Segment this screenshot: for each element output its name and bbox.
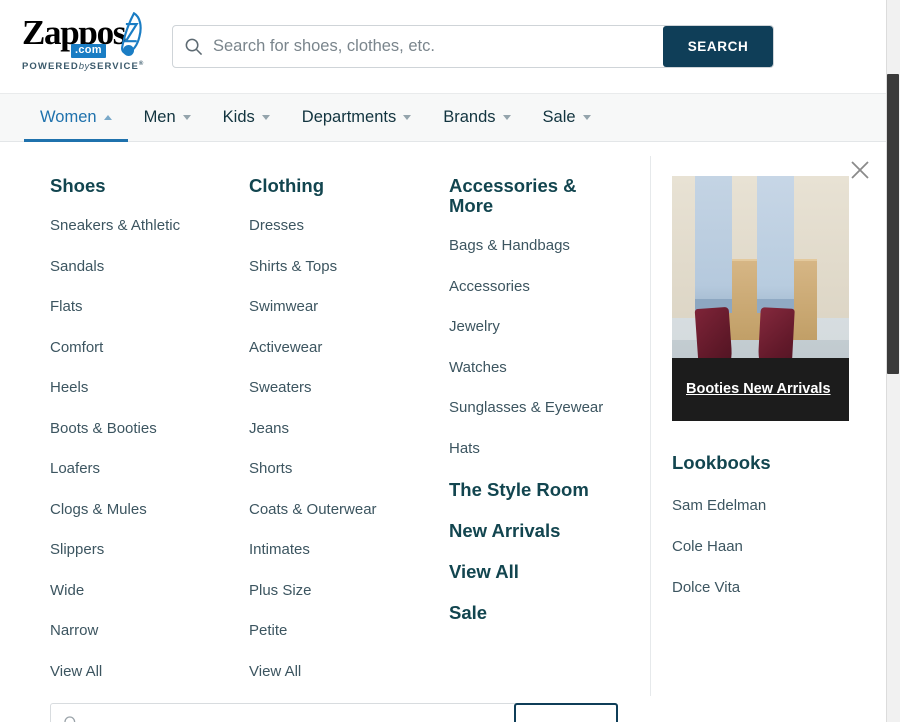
- link-accessories-view-all[interactable]: View All: [449, 562, 610, 582]
- promo-caption: Booties New Arrivals: [672, 358, 849, 421]
- link-accessories[interactable]: Accessories: [449, 278, 610, 295]
- link-petite[interactable]: Petite: [249, 622, 400, 639]
- promo-caption-text: Booties New Arrivals: [686, 381, 831, 397]
- link-shirts-tops[interactable]: Shirts & Tops: [249, 258, 400, 275]
- flyout-column-shoes: Shoes Sneakers & Athletic Sandals Flats …: [0, 176, 200, 722]
- promo-card-booties[interactable]: Booties New Arrivals: [672, 176, 849, 421]
- search-button[interactable]: SEARCH: [663, 26, 773, 67]
- nav-label: Brands: [443, 108, 496, 126]
- nav-label: Men: [143, 108, 176, 126]
- link-dresses[interactable]: Dresses: [249, 217, 400, 234]
- nav-label: Women: [40, 108, 97, 126]
- search-icon: [64, 716, 76, 722]
- link-wide[interactable]: Wide: [50, 582, 200, 599]
- chevron-down-icon: [261, 115, 270, 120]
- link-sneakers-athletic[interactable]: Sneakers & Athletic: [50, 217, 200, 234]
- flyout-column-accessories: Accessories & More Bags & Handbags Acces…: [400, 176, 610, 722]
- nav-label: Departments: [301, 108, 397, 126]
- link-watches[interactable]: Watches: [449, 359, 610, 376]
- secondary-search-button[interactable]: [514, 703, 618, 722]
- lookbook-cole-haan[interactable]: Cole Haan: [672, 538, 850, 555]
- chevron-down-icon: [582, 115, 591, 120]
- page-scrollbar-track[interactable]: [886, 0, 900, 722]
- flyout-column-clothing: Clothing Dresses Shirts & Tops Swimwear …: [200, 176, 400, 722]
- lookbook-sam-edelman[interactable]: Sam Edelman: [672, 497, 850, 514]
- nav-item-men[interactable]: Men: [128, 94, 207, 141]
- logo-dotcom: .com: [71, 44, 106, 58]
- column-divider: [650, 156, 651, 696]
- column-heading-shoes[interactable]: Shoes: [50, 176, 200, 196]
- zappos-logo[interactable]: Zappos .com POWEREDbySERVICE®: [22, 12, 148, 76]
- column-heading-accessories[interactable]: Accessories & More: [449, 176, 610, 216]
- link-slippers[interactable]: Slippers: [50, 541, 200, 558]
- column-heading-clothing[interactable]: Clothing: [249, 176, 400, 196]
- flyout-columns: Shoes Sneakers & Athletic Sandals Flats …: [0, 142, 650, 722]
- link-new-arrivals[interactable]: New Arrivals: [449, 521, 610, 541]
- link-shoes-view-all[interactable]: View All: [50, 663, 200, 680]
- nav-item-sale[interactable]: Sale: [527, 94, 607, 141]
- link-heels[interactable]: Heels: [50, 379, 200, 396]
- zappos-page: Zappos .com POWEREDbySERVICE® SEARCH Wom…: [0, 0, 900, 722]
- page-scrollbar-thumb[interactable]: [887, 74, 899, 374]
- link-sunglasses-eyewear[interactable]: Sunglasses & Eyewear: [449, 399, 610, 416]
- link-sale[interactable]: Sale: [449, 603, 610, 623]
- link-sandals[interactable]: Sandals: [50, 258, 200, 275]
- link-the-style-room[interactable]: The Style Room: [449, 480, 610, 500]
- link-loafers[interactable]: Loafers: [50, 460, 200, 477]
- link-activewear[interactable]: Activewear: [249, 339, 400, 356]
- nav-item-departments[interactable]: Departments: [286, 94, 427, 141]
- close-icon[interactable]: [846, 156, 874, 184]
- nav-item-women[interactable]: Women: [24, 94, 128, 142]
- logo-blue-dot: [123, 45, 134, 56]
- link-clothing-view-all[interactable]: View All: [249, 663, 400, 680]
- link-narrow[interactable]: Narrow: [50, 622, 200, 639]
- link-boots-booties[interactable]: Boots & Booties: [50, 420, 200, 437]
- link-intimates[interactable]: Intimates: [249, 541, 400, 558]
- nav-label: Sale: [542, 108, 576, 126]
- link-jeans[interactable]: Jeans: [249, 420, 400, 437]
- link-comfort[interactable]: Comfort: [50, 339, 200, 356]
- link-bags-handbags[interactable]: Bags & Handbags: [449, 237, 610, 254]
- chevron-down-icon: [502, 115, 511, 120]
- chevron-down-icon: [403, 115, 412, 120]
- link-hats[interactable]: Hats: [449, 440, 610, 457]
- search-input[interactable]: [213, 26, 663, 67]
- lookbook-dolce-vita[interactable]: Dolce Vita: [672, 579, 850, 596]
- chevron-up-icon: [103, 115, 112, 120]
- main-navigation: Women Men Kids Departments Brands Sale: [0, 94, 886, 142]
- link-clogs-mules[interactable]: Clogs & Mules: [50, 501, 200, 518]
- lookbooks-heading[interactable]: Lookbooks: [672, 453, 850, 473]
- link-coats-outerwear[interactable]: Coats & Outerwear: [249, 501, 400, 518]
- link-shorts[interactable]: Shorts: [249, 460, 400, 477]
- link-plus-size[interactable]: Plus Size: [249, 582, 400, 599]
- women-flyout-menu: Shoes Sneakers & Athletic Sandals Flats …: [0, 142, 886, 722]
- site-search-form: SEARCH: [172, 25, 774, 68]
- nav-item-brands[interactable]: Brands: [427, 94, 526, 141]
- logo-tagline: POWEREDbySERVICE®: [22, 61, 145, 73]
- nav-item-kids[interactable]: Kids: [207, 94, 286, 141]
- link-sweaters[interactable]: Sweaters: [249, 379, 400, 396]
- promo-panel: Booties New Arrivals Lookbooks Sam Edelm…: [672, 176, 850, 596]
- chevron-down-icon: [182, 115, 191, 120]
- link-swimwear[interactable]: Swimwear: [249, 298, 400, 315]
- site-header: Zappos .com POWEREDbySERVICE® SEARCH: [0, 0, 886, 94]
- search-icon: [173, 26, 213, 67]
- link-jewelry[interactable]: Jewelry: [449, 318, 610, 335]
- link-flats[interactable]: Flats: [50, 298, 200, 315]
- nav-label: Kids: [222, 108, 255, 126]
